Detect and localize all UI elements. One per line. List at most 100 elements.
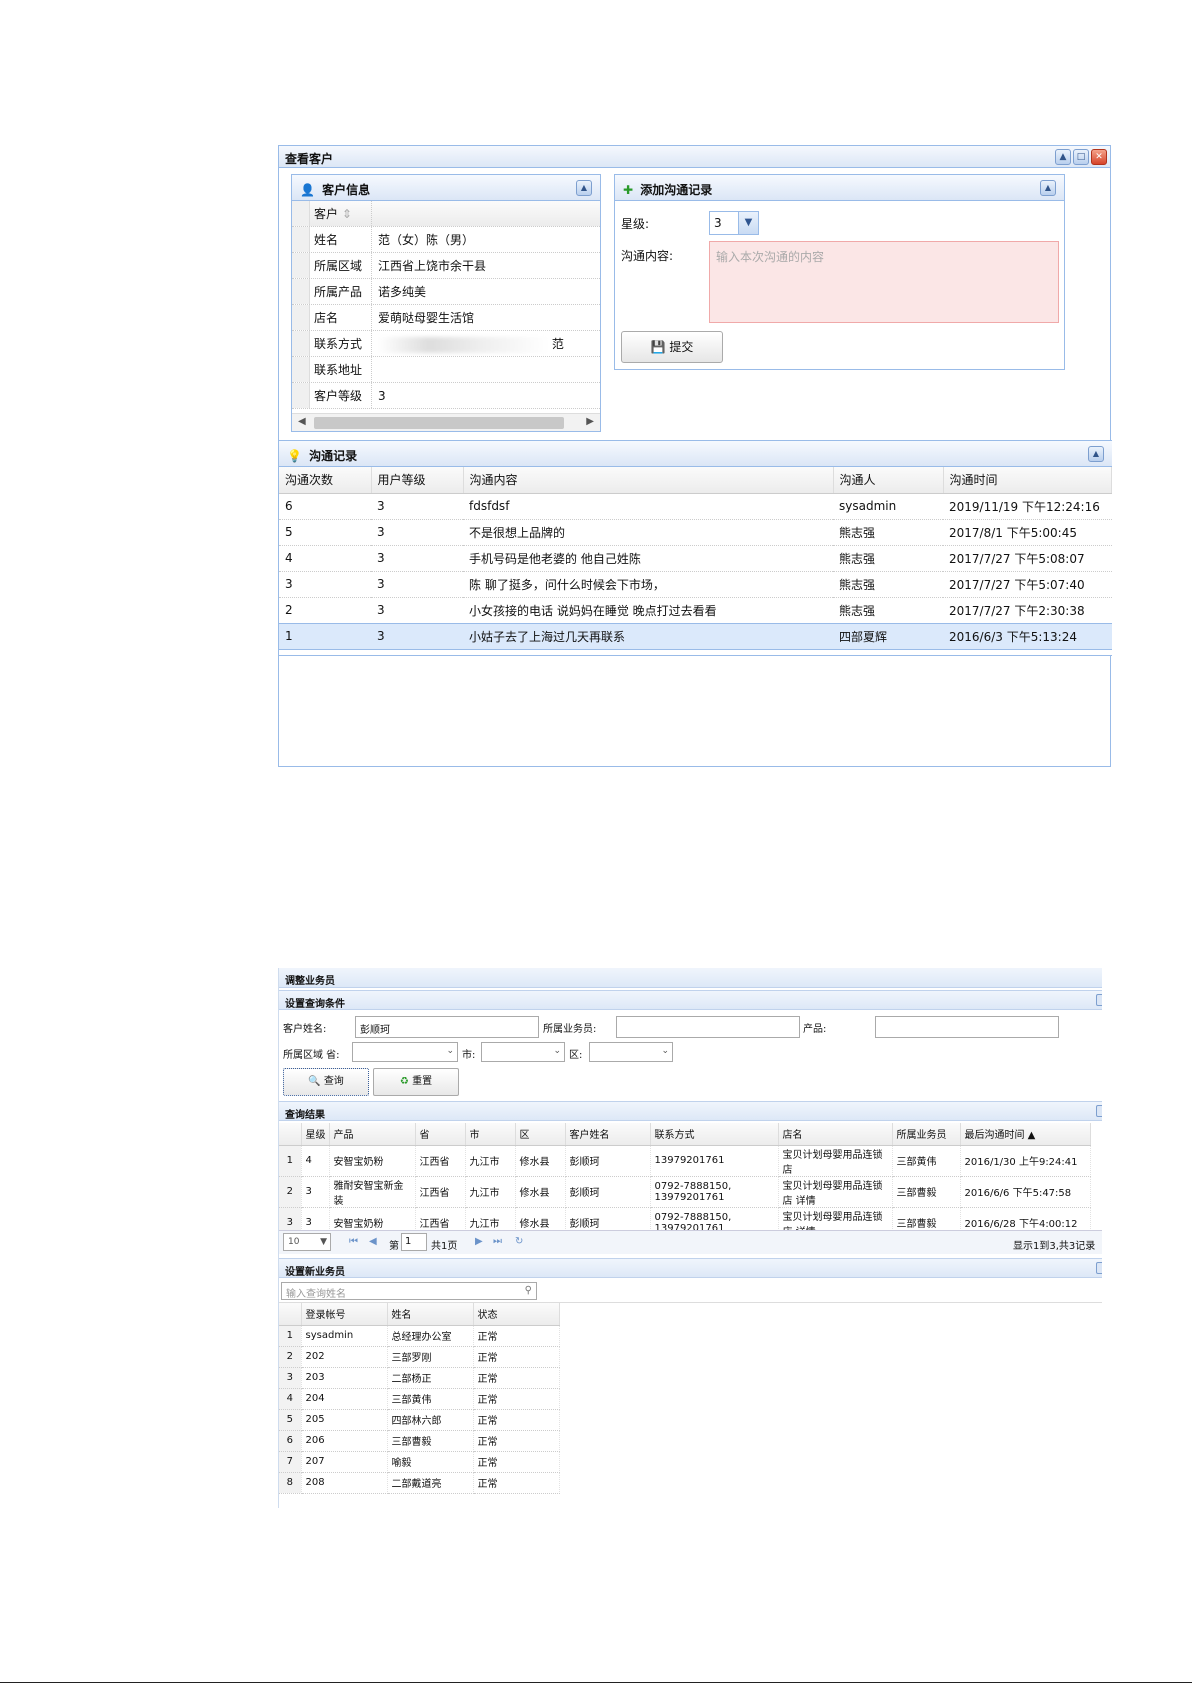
salesman-input[interactable]	[616, 1016, 800, 1038]
prev-page-icon[interactable]: ◀	[369, 1236, 377, 1247]
customer-name-input[interactable]: 彭顺珂	[355, 1016, 539, 1038]
content-textarea[interactable]: 输入本次沟通的内容	[709, 241, 1059, 323]
last-page-icon[interactable]: ⏭	[493, 1236, 502, 1247]
table-cell: 3	[371, 622, 463, 650]
table-row[interactable]: 2 3 小女孩接的电话 说妈妈在睡觉 晚点打过去看看 熊志强 2017/7/27 下午2…	[279, 597, 1112, 624]
column-header[interactable]: 姓名	[387, 1303, 474, 1326]
table-cell: 三部罗刚	[387, 1346, 474, 1368]
property-row[interactable]: 所属区域 江西省上饶市余干县	[292, 253, 600, 279]
property-row[interactable]: 姓名 范（女）陈（男）	[292, 227, 600, 253]
property-row[interactable]: 联系方式 范	[292, 331, 600, 357]
table-row[interactable]: 1 sysadmin 总经理办公室 正常	[279, 1325, 560, 1347]
group-header[interactable]: 客户 ⇕	[310, 201, 372, 226]
chevron-down-icon[interactable]: ▼	[738, 212, 758, 234]
table-cell: 2016/6/6 下午5:47:58	[960, 1176, 1091, 1208]
salesman-grid: 登录帐号 姓名 状态 1 sysadmin 总经理办公室 正常 2 202 三部罗刚 正常 3 203…	[279, 1302, 1102, 1494]
adjust-salesman-window: 调整业务员 设置查询条件 客户姓名: 彭顺珂 所属业务员: 产品: 所属区域 省…	[278, 968, 1102, 1508]
property-value: 范	[372, 331, 600, 356]
table-row[interactable]: 33陈 聊了挺多，问什么时候会下市场， 熊志强 2017/7/27 下午5:07:4…	[279, 571, 1112, 598]
maximize-window-icon[interactable]: □	[1073, 149, 1089, 165]
salesman-search-input[interactable]: 输入查询姓名 ⚲	[281, 1282, 537, 1300]
column-header[interactable]: 省	[415, 1123, 466, 1146]
table-row[interactable]: 4 204 三部黄伟 正常	[279, 1388, 560, 1410]
table-cell: 陈 聊了挺多，问什么时候会下市场，	[463, 571, 833, 598]
table-row[interactable]: 4 3 手机号码是他老婆的 他自己姓陈 熊志强 2017/7/27 下午5:08:07	[279, 545, 1112, 572]
column-header[interactable]: 区	[515, 1123, 566, 1146]
reset-button[interactable]: ♻ 重置	[373, 1068, 459, 1096]
column-header[interactable]: 登录帐号	[301, 1303, 388, 1326]
table-row[interactable]: 6 3 fdsfdsf sysadmin 2019/11/19 下午12:24:16	[279, 493, 1112, 520]
first-page-icon[interactable]: ⏮	[349, 1236, 358, 1247]
row-number: 5	[279, 1409, 302, 1431]
close-window-icon[interactable]: ✕	[1091, 149, 1107, 165]
table-cell: 207	[301, 1451, 388, 1473]
records-title: 沟通记录	[309, 449, 358, 463]
product-input[interactable]	[875, 1016, 1059, 1038]
column-header[interactable]: 沟通人	[833, 467, 944, 494]
page-total: 共1页	[431, 1241, 458, 1252]
column-header[interactable]: 状态	[473, 1303, 560, 1326]
column-header[interactable]: 店名	[778, 1123, 893, 1146]
table-row[interactable]: 1 4 安智宝奶粉 江西省 九江市 修水县 彭顺珂 13979201761 宝贝计划母婴用品连锁…	[279, 1145, 1091, 1177]
column-header[interactable]: 星级	[301, 1123, 330, 1146]
column-header[interactable]: 用户等级	[371, 467, 464, 494]
property-value	[372, 357, 600, 382]
collapse-panel-icon[interactable]	[1096, 994, 1102, 1006]
collapse-panel-icon[interactable]	[1096, 1262, 1102, 1274]
scroll-thumb[interactable]	[314, 417, 564, 429]
scroll-left-icon[interactable]: ◀	[298, 416, 306, 427]
table-cell: 6	[279, 493, 371, 520]
column-header[interactable]: 市	[465, 1123, 516, 1146]
chevron-down-icon: ⌄	[661, 1046, 669, 1056]
table-row[interactable]: 2 202 三部罗刚 正常	[279, 1346, 560, 1368]
table-row[interactable]: 7 207 喻毅 正常	[279, 1451, 560, 1473]
table-cell: 二部杨正	[387, 1367, 474, 1389]
collapse-panel-icon[interactable]: ▲	[1088, 446, 1104, 462]
table-cell: 三部曹毅	[387, 1430, 474, 1452]
search-button[interactable]: 🔍 查询	[283, 1068, 369, 1096]
city-select[interactable]: ⌄	[481, 1042, 565, 1062]
column-header[interactable]: 最后沟通时间 ▲	[960, 1123, 1091, 1146]
search-icon: ⚲	[524, 1285, 532, 1296]
property-row[interactable]: 所属产品 诺多纯美	[292, 279, 600, 305]
column-header[interactable]: 沟通时间	[943, 467, 1112, 494]
table-row[interactable]: 6 206 三部曹毅 正常	[279, 1430, 560, 1452]
records-panel: 💡 沟通记录 ▲ 沟通次数 用户等级 沟通内容 沟通人 沟通时间 6 3 fdsfdsf sy…	[279, 440, 1112, 656]
star-select[interactable]: 3 ▼	[709, 211, 759, 235]
next-page-icon[interactable]: ▶	[475, 1236, 483, 1247]
submit-button[interactable]: 💾 提交	[621, 331, 723, 363]
province-select[interactable]: ⌄	[352, 1042, 458, 1062]
table-row[interactable]: 5 205 四部林六郎 正常	[279, 1409, 560, 1431]
table-row[interactable]: 5 3 不是很想上品牌的 熊志强 2017/8/1 下午5:00:45	[279, 519, 1112, 546]
column-header[interactable]: 沟通次数	[279, 467, 372, 494]
column-header[interactable]: 沟通内容	[463, 467, 834, 494]
table-cell: fdsfdsf	[463, 493, 833, 520]
collapse-panel-icon[interactable]: ▲	[576, 180, 592, 196]
collapse-panel-icon[interactable]: ▲	[1040, 180, 1056, 196]
table-row[interactable]: 8 208 二部戴道亮 正常	[279, 1472, 560, 1494]
table-row[interactable]: 1 3 小姑子去了上海过几天再联系 四部夏辉 2016/6/3 下午5:13:24	[279, 622, 1112, 650]
page-number-input[interactable]: 1	[401, 1233, 427, 1251]
table-row[interactable]: 3 203 二部杨正 正常	[279, 1367, 560, 1389]
table-cell: 九江市	[465, 1145, 516, 1177]
table-cell: sysadmin	[833, 493, 943, 520]
scroll-right-icon[interactable]: ▶	[586, 416, 594, 427]
property-value: 诺多纯美	[378, 285, 427, 299]
collapse-panel-icon[interactable]	[1096, 1105, 1102, 1117]
column-header[interactable]: 所属业务员	[892, 1123, 961, 1146]
page-size-select[interactable]: 10 ▼	[283, 1233, 331, 1251]
column-header[interactable]: 客户姓名	[565, 1123, 651, 1146]
table-cell: 正常	[473, 1388, 560, 1410]
refresh-icon[interactable]: ↻	[515, 1236, 523, 1247]
property-row[interactable]: 联系地址	[292, 357, 600, 383]
column-header[interactable]: 联系方式	[650, 1123, 779, 1146]
column-header[interactable]: 产品	[329, 1123, 416, 1146]
property-row[interactable]: 店名 爱萌哒母婴生活馆	[292, 305, 600, 331]
horizontal-scrollbar[interactable]: ◀ ▶	[292, 413, 600, 431]
save-icon: 💾	[650, 340, 666, 354]
collapse-window-icon[interactable]: ▲	[1055, 149, 1071, 165]
property-row[interactable]: 客户等级 3	[292, 383, 600, 409]
district-select[interactable]: ⌄	[589, 1042, 673, 1062]
table-row[interactable]: 2 3 雅耐安智宝新金装 江西省 九江市 修水县 彭顺珂 0792-7888150, 1397…	[279, 1176, 1091, 1208]
table-cell: 熊志强	[833, 597, 943, 624]
